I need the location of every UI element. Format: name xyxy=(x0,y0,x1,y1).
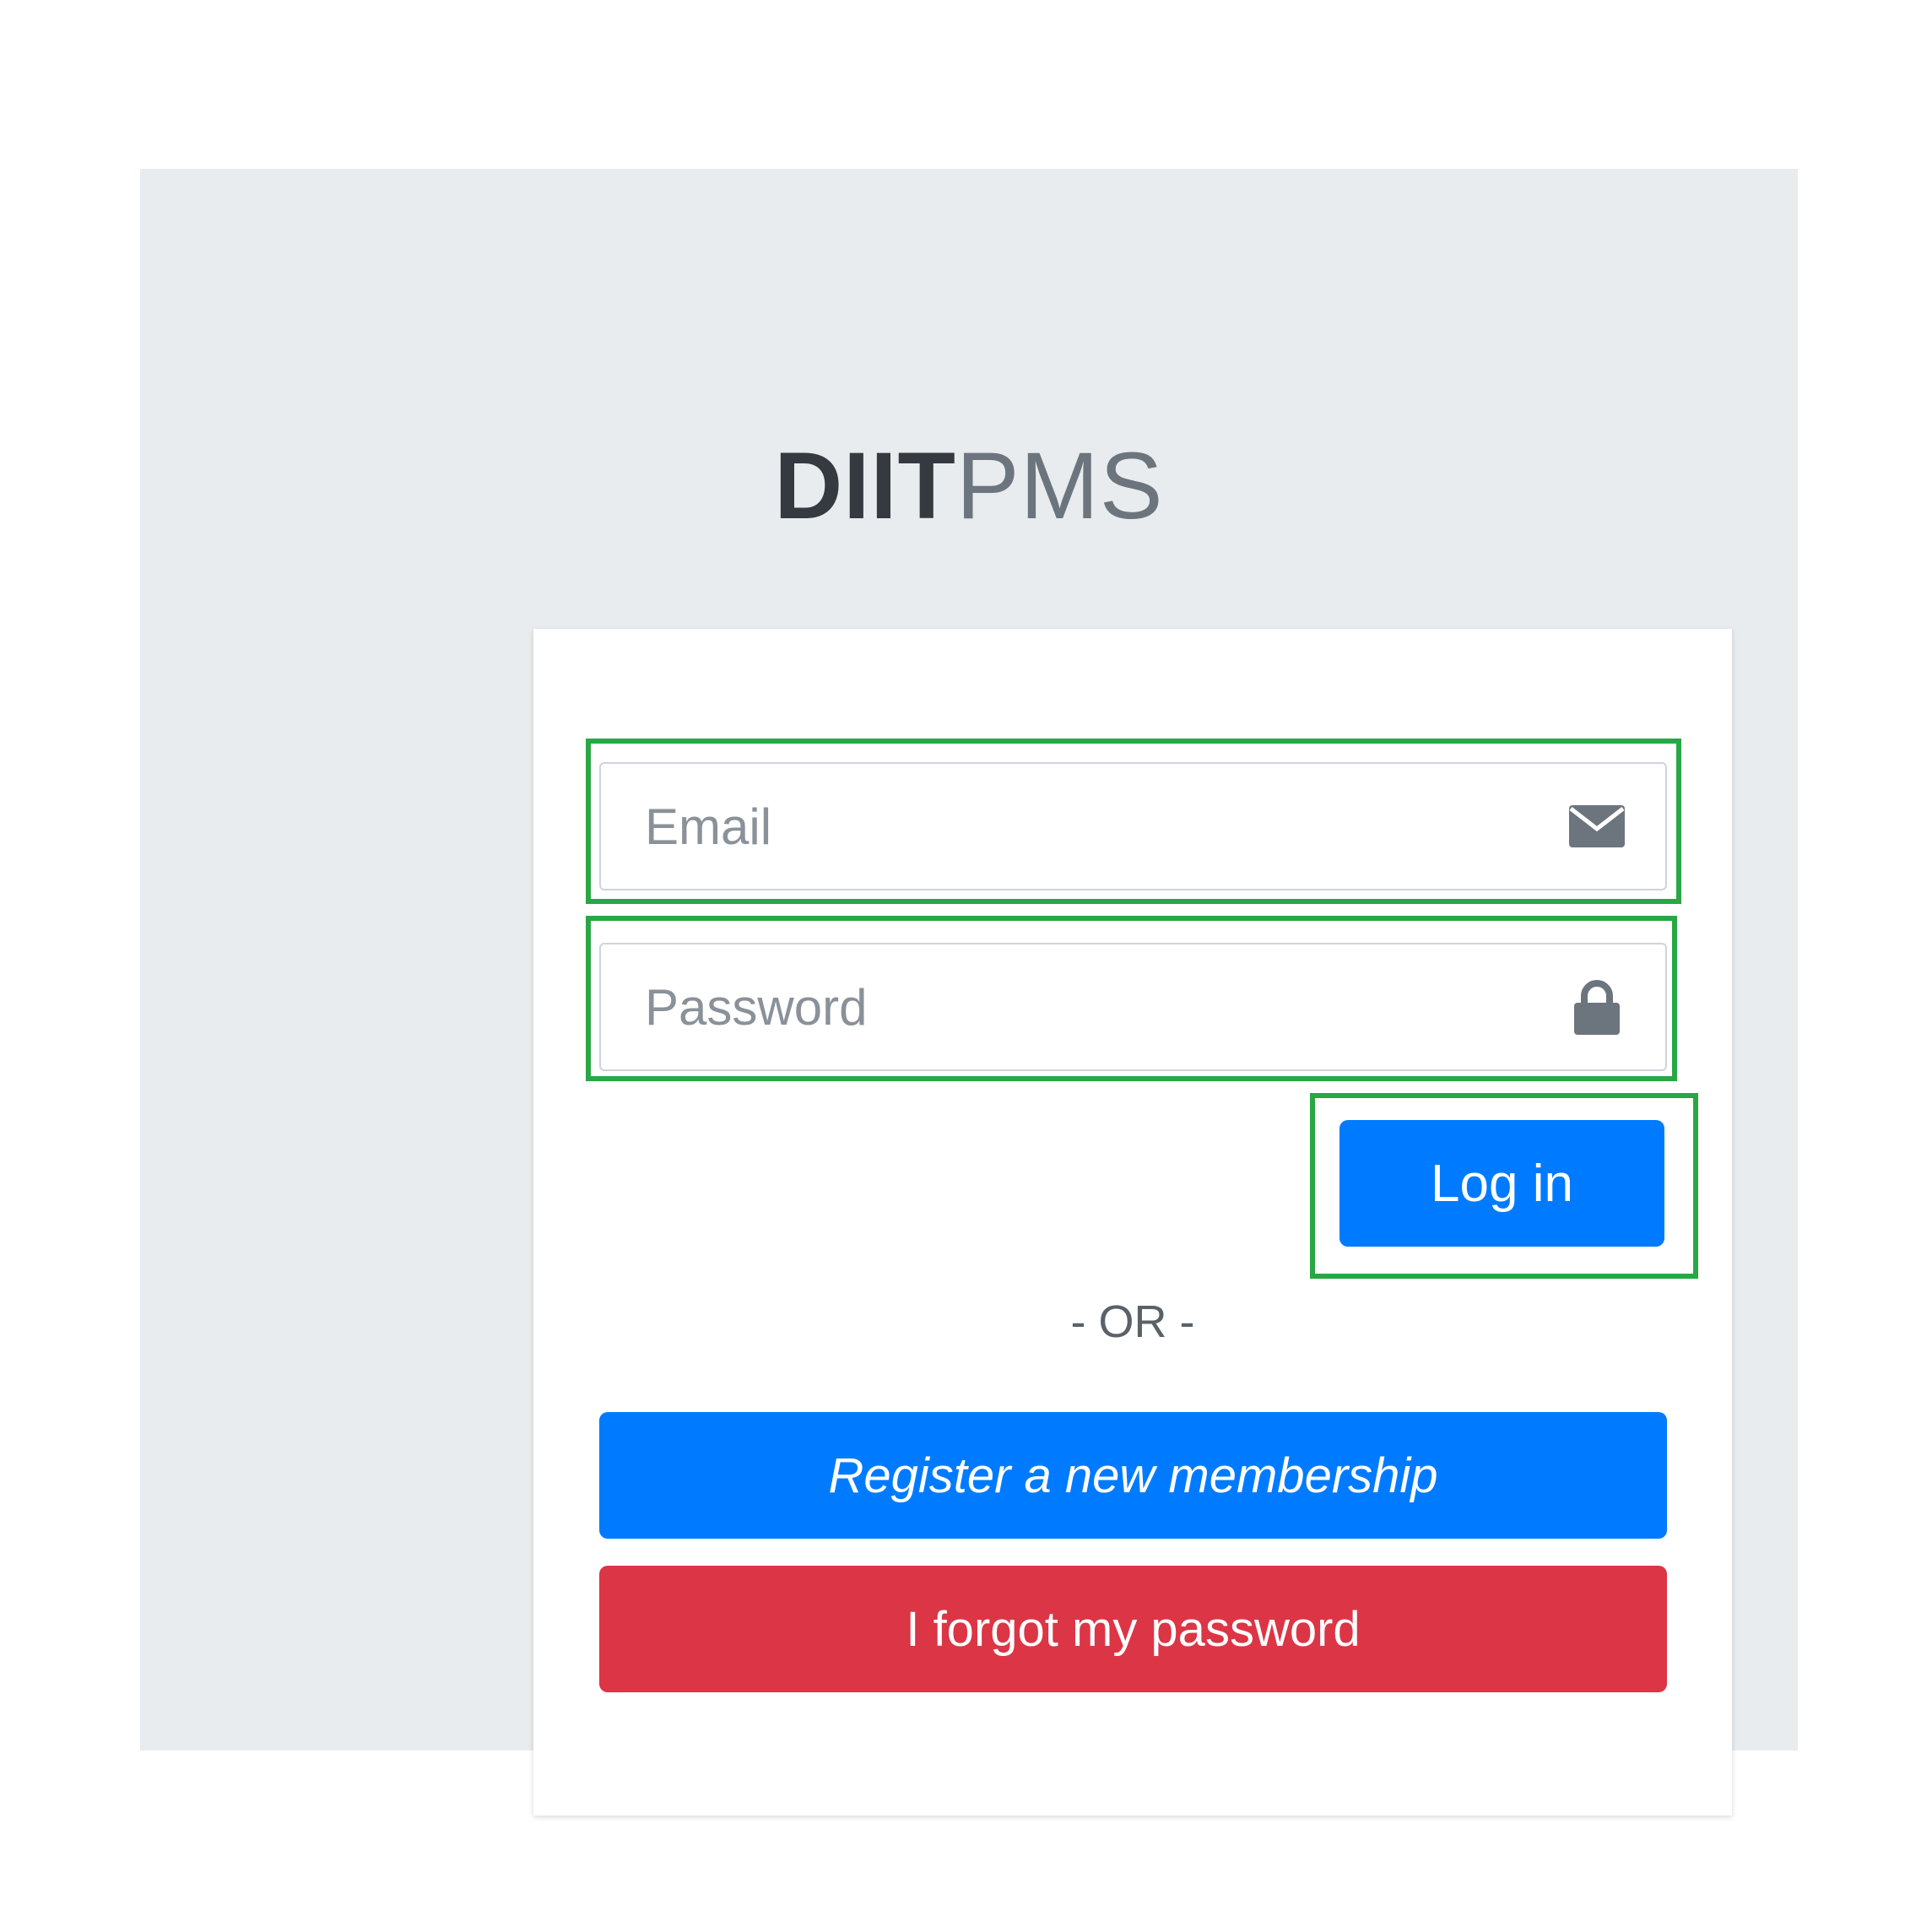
lock-icon xyxy=(1567,977,1626,1036)
login-button[interactable]: Log in xyxy=(1339,1120,1664,1247)
email-input-group xyxy=(599,762,1667,890)
or-divider: - OR - xyxy=(1070,1296,1195,1347)
app-logo: DIITPMS xyxy=(140,439,1798,533)
logo-bold-text: DIIT xyxy=(774,433,956,538)
forgot-password-button[interactable]: I forgot my password xyxy=(599,1566,1667,1692)
register-button[interactable]: Register a new membership xyxy=(599,1412,1667,1539)
password-input-group xyxy=(599,943,1667,1071)
login-card: Log in - OR - Register a new membership … xyxy=(533,629,1732,1816)
password-input[interactable] xyxy=(601,944,1529,1069)
envelope-icon xyxy=(1567,797,1626,856)
logo-light-text: PMS xyxy=(955,433,1164,538)
login-card-body: Log in - OR - Register a new membership … xyxy=(533,629,1732,1816)
email-input[interactable] xyxy=(601,764,1529,889)
login-page: DIITPMS Email Log in - OR - Register a n… xyxy=(140,169,1798,1816)
